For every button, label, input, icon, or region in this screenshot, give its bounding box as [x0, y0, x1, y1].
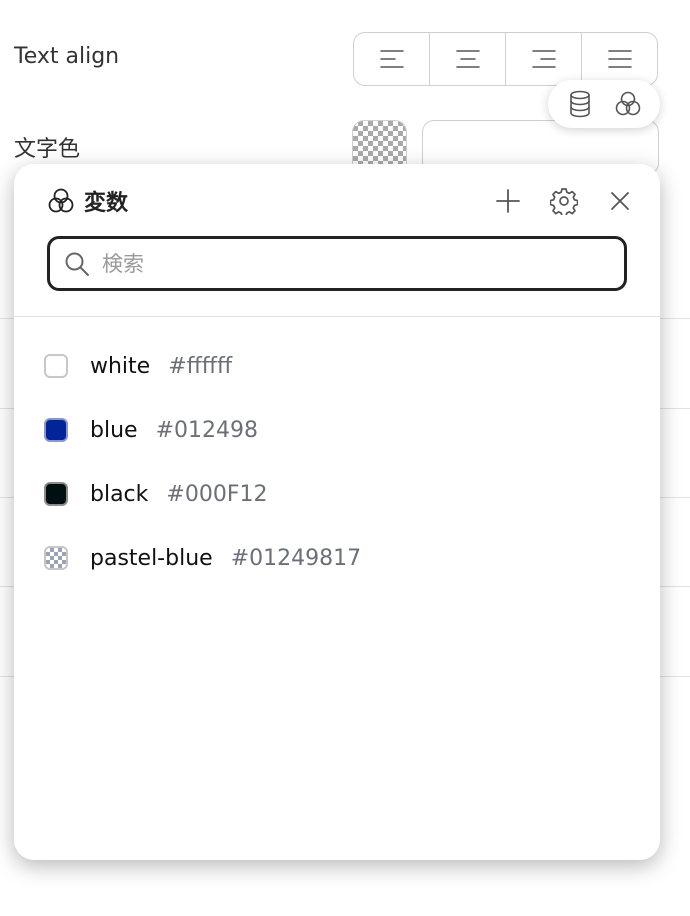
variable-value: #ffffff — [168, 353, 233, 379]
variable-name: blue — [90, 417, 138, 443]
align-center-icon — [455, 50, 480, 68]
variables-icon — [615, 91, 641, 116]
database-icon — [570, 90, 590, 118]
search-box — [47, 236, 627, 291]
close-icon — [611, 192, 629, 210]
align-center-button[interactable] — [430, 33, 506, 85]
variable-value: #01249817 — [230, 545, 362, 571]
variable-color-swatch — [44, 354, 68, 378]
variable-color-swatch — [44, 482, 68, 506]
variables-icon — [46, 186, 76, 216]
popover-title: 変数 — [84, 191, 129, 216]
variable-color-swatch — [44, 546, 68, 570]
variable-name: black — [90, 481, 149, 507]
variable-value: #012498 — [155, 417, 258, 443]
variable-item[interactable]: black #000F12 — [44, 462, 634, 526]
mini-toolbar — [548, 80, 660, 128]
add-variable-button[interactable] — [492, 185, 524, 217]
search-input[interactable] — [100, 250, 584, 277]
settings-button[interactable] — [548, 185, 580, 217]
align-left-button[interactable] — [354, 33, 430, 85]
popover-actions — [492, 185, 636, 217]
align-justify-button[interactable] — [582, 33, 657, 85]
text-align-group — [353, 32, 658, 86]
variable-name: white — [90, 353, 151, 379]
popover-header: 変数 — [46, 184, 636, 218]
variable-item[interactable]: pastel-blue #01249817 — [44, 526, 634, 590]
align-justify-icon — [607, 50, 632, 68]
variable-item[interactable]: blue #012498 — [44, 398, 634, 462]
popover-divider — [14, 316, 660, 317]
align-right-button[interactable] — [506, 33, 582, 85]
align-right-icon — [531, 50, 556, 68]
align-left-icon — [379, 50, 404, 68]
search-icon — [65, 252, 89, 276]
variable-list: white #ffffff blue #012498 black #000F12 paste… — [44, 334, 634, 590]
variable-item[interactable]: white #ffffff — [44, 334, 634, 398]
variable-color-swatch — [44, 418, 68, 442]
add-icon — [496, 189, 520, 213]
variable-name: pastel-blue — [90, 545, 213, 571]
text-color-label: 文字色 — [14, 137, 81, 162]
database-button[interactable] — [564, 88, 596, 120]
variables-popover: 変数 検索 white #ffffff blue #012498 black #… — [14, 164, 660, 860]
gear-icon — [550, 188, 578, 215]
text-align-label: Text align — [14, 44, 120, 69]
variable-value: #000F12 — [166, 481, 268, 507]
variables-toggle-button[interactable] — [612, 88, 644, 120]
close-button[interactable] — [604, 185, 636, 217]
